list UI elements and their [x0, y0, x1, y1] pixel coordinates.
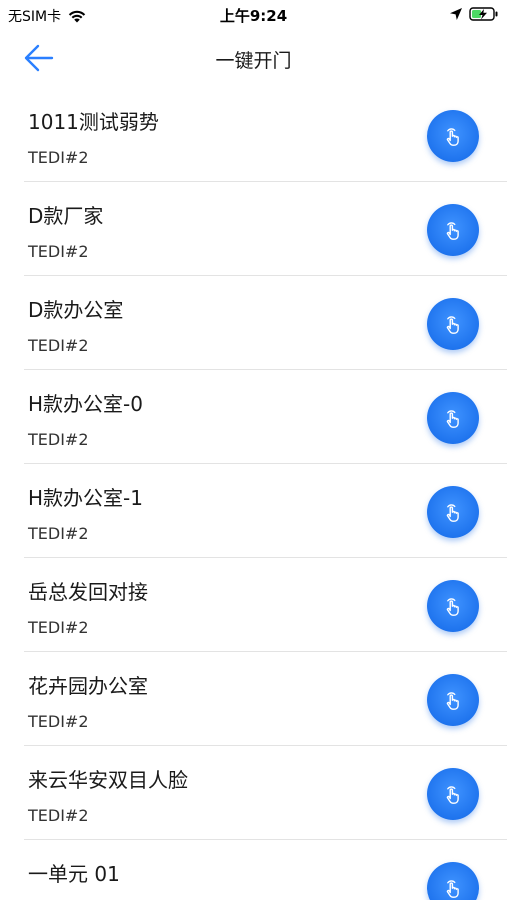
door-device-code: TEDI#2: [28, 806, 89, 825]
door-list-item[interactable]: 岳总发回对接 TEDI#2: [0, 558, 507, 652]
open-door-button[interactable]: [427, 204, 479, 256]
door-device-code: TEDI#2: [28, 336, 89, 355]
door-name: 1011测试弱势: [28, 110, 159, 134]
open-door-button[interactable]: [427, 580, 479, 632]
door-device-code: TEDI#2: [28, 242, 89, 261]
door-list-item[interactable]: 来云华安双目人脸 TEDI#2: [0, 746, 507, 840]
tap-finger-icon: [446, 786, 459, 804]
door-name: D款厂家: [28, 204, 104, 228]
tap-finger-icon: [446, 880, 459, 898]
door-name: H款办公室-0: [28, 392, 143, 416]
door-name: 一单元 01: [28, 862, 120, 886]
door-device-code: TEDI#2: [28, 712, 89, 731]
door-list: 1011测试弱势 TEDI#2 D款厂家 TEDI#2 D款办公室 TEDI#2: [0, 88, 507, 900]
door-name: 来云华安双目人脸: [28, 768, 188, 792]
door-name: 花卉园办公室: [28, 674, 148, 698]
status-right-icons: [449, 6, 499, 22]
door-name: 岳总发回对接: [28, 580, 148, 604]
door-device-code: TEDI#2: [28, 148, 89, 167]
tap-finger-icon: [446, 410, 459, 428]
door-device-code: TEDI#2: [28, 524, 89, 543]
open-door-button[interactable]: [427, 486, 479, 538]
open-door-button[interactable]: [427, 768, 479, 820]
tap-finger-icon: [446, 598, 459, 616]
tap-finger-icon: [446, 128, 459, 146]
door-device-code: TEDI#2: [28, 618, 89, 637]
navigation-bar: 一键开门: [0, 30, 507, 88]
door-list-item[interactable]: H款办公室-1 TEDI#2: [0, 464, 507, 558]
door-list-item[interactable]: 1011测试弱势 TEDI#2: [0, 88, 507, 182]
tap-finger-icon: [446, 316, 459, 334]
door-list-item[interactable]: 一单元 01: [0, 840, 507, 900]
open-door-button[interactable]: [427, 298, 479, 350]
door-name: H款办公室-1: [28, 486, 143, 510]
battery-charging-icon: [469, 7, 498, 21]
status-time: 上午9:24: [219, 7, 288, 25]
door-name: D款办公室: [28, 298, 124, 322]
location-arrow-icon: [450, 8, 462, 20]
app-screen: 无SIM卡 上午9:24 一键开门 1011测试弱势 TEDI#2 D款厂家 T…: [0, 0, 507, 900]
status-bar: 无SIM卡 上午9:24: [0, 0, 507, 30]
tap-finger-icon: [446, 692, 459, 710]
door-list-item[interactable]: 花卉园办公室 TEDI#2: [0, 652, 507, 746]
tap-finger-icon: [446, 222, 459, 240]
door-list-item[interactable]: H款办公室-0 TEDI#2: [0, 370, 507, 464]
door-list-item[interactable]: D款厂家 TEDI#2: [0, 182, 507, 276]
tap-finger-icon: [446, 504, 459, 522]
open-door-button[interactable]: [427, 862, 479, 900]
open-door-button[interactable]: [427, 392, 479, 444]
page-title: 一键开门: [215, 50, 292, 72]
door-list-item[interactable]: D款办公室 TEDI#2: [0, 276, 507, 370]
door-device-code: TEDI#2: [28, 430, 89, 449]
open-door-button[interactable]: [427, 674, 479, 726]
open-door-button[interactable]: [427, 110, 479, 162]
